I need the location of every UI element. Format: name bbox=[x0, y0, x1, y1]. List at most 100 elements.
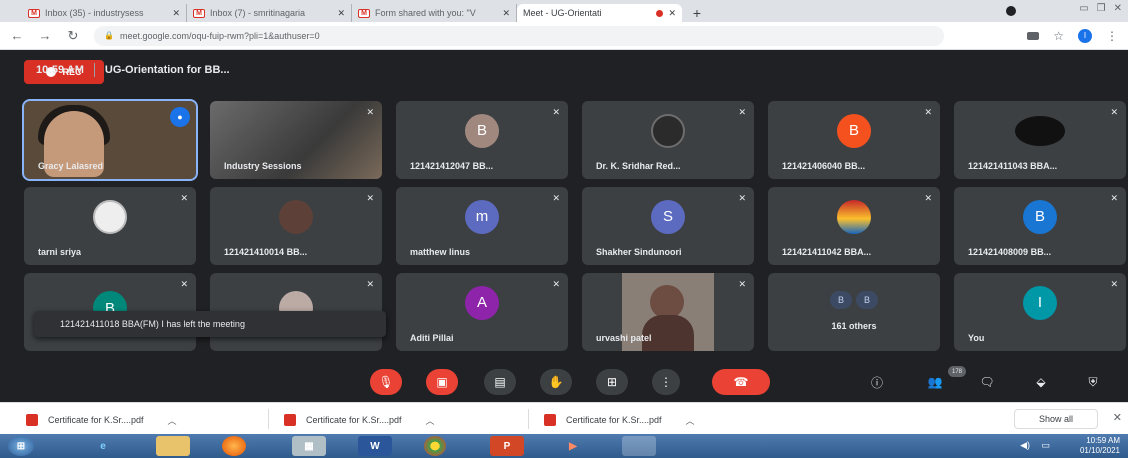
participant-name: 121421412047 BB... bbox=[410, 161, 494, 171]
tab-inbox-industry[interactable]: M Inbox (35) - industrysess ✕ bbox=[22, 4, 187, 22]
participant-tile[interactable]: ✕ Dr. K. Sridhar Red... bbox=[582, 101, 754, 179]
raise-hand-button[interactable]: ✋ bbox=[540, 369, 572, 395]
chat-button[interactable]: 🗨 bbox=[976, 371, 998, 393]
muted-mic-icon: ✕ bbox=[738, 107, 746, 117]
word-icon[interactable]: W bbox=[358, 436, 392, 456]
gmail-icon: M bbox=[358, 8, 370, 18]
chevron-up-icon[interactable]: ︿ bbox=[686, 414, 695, 427]
meet-stage: REC ● Gracy Lalasred ✕ Industry Sessions… bbox=[0, 50, 1128, 402]
camera-icon[interactable] bbox=[1027, 31, 1040, 40]
system-clock[interactable]: 10:59 AM 01/10/2021 bbox=[1080, 436, 1120, 456]
start-icon[interactable]: ⊞ bbox=[8, 436, 34, 456]
close-icon[interactable]: ✕ bbox=[502, 8, 510, 19]
chrome-window-icon[interactable] bbox=[622, 436, 656, 456]
meeting-title: UG-Orientation for BB... bbox=[104, 64, 230, 76]
activities-button[interactable]: ⬙ bbox=[1030, 371, 1052, 393]
muted-mic-icon: ✕ bbox=[180, 279, 188, 289]
divider bbox=[268, 409, 269, 429]
lock-icon: 🔒 bbox=[104, 31, 114, 40]
participant-tile[interactable]: ✕ tarni sriya bbox=[24, 187, 196, 265]
divider bbox=[528, 409, 529, 429]
minimize-icon[interactable]: ▭ bbox=[1079, 3, 1088, 14]
participant-tile[interactable]: ✕ urvashi patel bbox=[582, 273, 754, 351]
mic-off-button[interactable]: 🎙 bbox=[370, 369, 402, 395]
back-icon[interactable]: ← bbox=[10, 28, 24, 43]
participant-tile[interactable]: ✕ B 121421412047 BB... bbox=[396, 101, 568, 179]
taskbar-date: 01/10/2021 bbox=[1079, 446, 1120, 455]
participant-tile[interactable]: ✕ 121421411042 BBA... bbox=[768, 187, 940, 265]
participant-tile[interactable]: ✕ B 121421406040 BB... bbox=[768, 101, 940, 179]
star-icon[interactable]: ☆ bbox=[1053, 29, 1064, 43]
reload-icon[interactable]: ↻ bbox=[66, 28, 80, 44]
people-button[interactable]: 👥 bbox=[924, 371, 946, 393]
restore-icon[interactable]: ❐ bbox=[1097, 3, 1106, 14]
camera-off-button[interactable]: ▣ bbox=[426, 369, 458, 395]
close-icon[interactable]: ✕ bbox=[337, 8, 345, 19]
media-player-icon[interactable]: ▶ bbox=[556, 436, 590, 456]
internet-explorer-icon[interactable]: e bbox=[86, 436, 120, 456]
participant-tile[interactable]: ✕ B 121421408009 BB... bbox=[954, 187, 1126, 265]
others-avatars: B B bbox=[830, 291, 878, 309]
download-item[interactable]: Certificate for K.Sr....pdf ︿ bbox=[26, 412, 177, 428]
hand-icon: ✋ bbox=[548, 375, 564, 389]
muted-mic-icon: ✕ bbox=[366, 279, 374, 289]
chrome-icon[interactable] bbox=[424, 436, 446, 456]
gmail-icon: M bbox=[193, 8, 205, 18]
participant-tile[interactable]: ✕ 121421411043 BBA... bbox=[954, 101, 1126, 179]
speaker-icon[interactable]: ◀) bbox=[1020, 440, 1030, 451]
participant-tile[interactable]: ✕ m matthew linus bbox=[396, 187, 568, 265]
tab-form-shared[interactable]: M Form shared with you: "V ✕ bbox=[352, 4, 517, 22]
windows-taskbar: ⊞ e ▦ W P ▶ ◀) ▭ 10:59 AM 01/10/2021 bbox=[0, 434, 1128, 458]
muted-mic-icon: ✕ bbox=[1110, 279, 1118, 289]
close-icon[interactable]: ✕ bbox=[1113, 411, 1122, 424]
download-filename: Certificate for K.Sr....pdf bbox=[566, 415, 662, 425]
avatar: A bbox=[465, 285, 499, 320]
self-tile[interactable]: ✕ I You bbox=[954, 273, 1126, 351]
mic-off-icon: 🎙 bbox=[378, 375, 394, 389]
participant-tile[interactable]: ✕ S Shakher Sindunoori bbox=[582, 187, 754, 265]
download-item[interactable]: Certificate for K.Sr....pdf ︿ bbox=[284, 412, 435, 428]
close-icon[interactable]: ✕ bbox=[172, 8, 180, 19]
window-controls: ▭ ❐ ✕ bbox=[1079, 3, 1122, 14]
camera-off-icon: ▣ bbox=[436, 375, 448, 389]
meeting-details-button[interactable]: ⓘ bbox=[866, 371, 888, 393]
close-window-icon[interactable]: ✕ bbox=[1114, 3, 1122, 14]
chevron-up-icon[interactable]: ︿ bbox=[426, 414, 435, 427]
tab-meet[interactable]: ▶ Meet - UG-Orientati ✕ bbox=[0, 4, 682, 59]
leave-call-button[interactable]: ☎ bbox=[712, 369, 770, 395]
meeting-info: 10:59 AM UG-Orientation for BB... bbox=[36, 50, 230, 90]
file-explorer-icon[interactable] bbox=[156, 436, 190, 456]
present-button[interactable]: ⊞ bbox=[596, 369, 628, 395]
new-tab-button[interactable]: + bbox=[686, 4, 708, 22]
profile-icon[interactable] bbox=[1006, 6, 1016, 16]
tab-inbox-smriti[interactable]: M Inbox (7) - smritinagaria ✕ bbox=[187, 4, 352, 22]
forward-icon[interactable]: → bbox=[38, 28, 52, 43]
host-controls-button[interactable]: ⛨ bbox=[1082, 371, 1104, 393]
captions-button[interactable]: ▤ bbox=[484, 369, 516, 395]
tab-title: Inbox (35) - industrysess bbox=[45, 8, 144, 18]
avatar[interactable]: I bbox=[1078, 28, 1092, 43]
people-icon: 👥 bbox=[927, 375, 943, 389]
close-icon[interactable]: ✕ bbox=[668, 8, 676, 19]
muted-mic-icon: ✕ bbox=[366, 193, 374, 203]
avatar: m bbox=[465, 199, 499, 234]
powerpoint-icon[interactable]: P bbox=[490, 436, 524, 456]
participant-tile[interactable]: ✕ 121421410014 BB... bbox=[210, 187, 382, 265]
participant-tile[interactable]: ● Gracy Lalasred bbox=[22, 99, 198, 181]
participant-tile[interactable]: ✕ Industry Sessions bbox=[210, 101, 382, 179]
network-icon[interactable]: ▭ bbox=[1041, 440, 1050, 451]
chevron-up-icon[interactable]: ︿ bbox=[168, 414, 177, 427]
show-all-button[interactable]: Show all bbox=[1014, 409, 1098, 429]
muted-mic-icon: ✕ bbox=[552, 279, 560, 289]
muted-mic-icon: ✕ bbox=[924, 107, 932, 117]
chat-icon: 🗨 bbox=[979, 375, 995, 389]
firefox-icon[interactable] bbox=[222, 436, 246, 456]
menu-icon[interactable]: ⋮ bbox=[1106, 29, 1118, 43]
calculator-icon[interactable]: ▦ bbox=[292, 436, 326, 456]
avatar: S bbox=[651, 199, 685, 234]
address-bar[interactable]: 🔒 meet.google.com/oqu-fuip-rwm?pli=1&aut… bbox=[94, 25, 944, 46]
participant-tile[interactable]: ✕ A Aditi Pillai bbox=[396, 273, 568, 351]
download-item[interactable]: Certificate for K.Sr....pdf ︿ bbox=[544, 412, 695, 428]
others-tile[interactable]: B B 161 others bbox=[768, 273, 940, 351]
more-options-button[interactable]: ⋮ bbox=[652, 369, 680, 395]
